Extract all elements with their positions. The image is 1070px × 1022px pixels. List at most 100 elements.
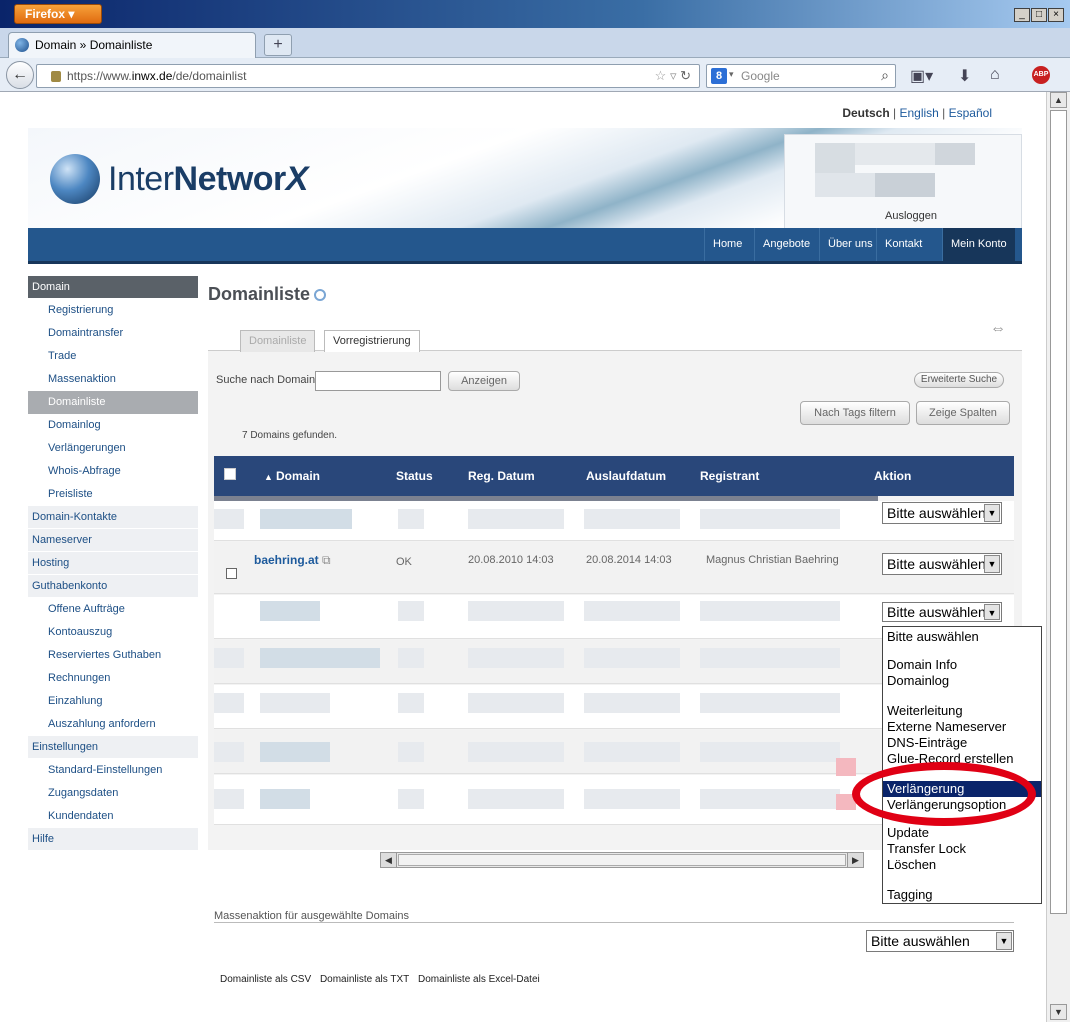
sort-arrow-icon[interactable]: ▲ [264,472,273,482]
sidebar-item-auszahlung[interactable]: Auszahlung anfordern [28,713,198,736]
export-links: Domainliste als CSV Domainliste als TXT … [220,974,546,985]
page-vertical-scrollbar[interactable]: ▲ ▼ [1046,92,1070,1022]
expand-width-icon[interactable]: ⇔ [990,320,1006,338]
logout-link[interactable]: Ausloggen [885,210,937,222]
url-bar[interactable]: https://www.inwx.de/de/domainlist ☆ ▿ ↻ [36,64,700,88]
scroll-up-icon[interactable]: ▲ [1050,92,1067,108]
option-externe-nameserver[interactable]: Externe Nameserver [887,719,1006,735]
tab-domainliste[interactable]: Domainliste [240,330,316,352]
sidebar-section-einstellungen[interactable]: Einstellungen [28,736,198,759]
export-csv-link[interactable]: Domainliste als CSV [220,974,311,985]
option-domainlog[interactable]: Domainlog [887,673,949,689]
search-bar[interactable]: 8 ▾ Google ⌕ [706,64,896,88]
select-all-checkbox[interactable] [224,468,236,480]
option-weiterleitung[interactable]: Weiterleitung [887,703,963,719]
sidebar-item-rechnungen[interactable]: Rechnungen [28,667,198,690]
site-logo[interactable]: InterNetworX [108,160,308,199]
option-tagging[interactable]: Tagging [887,887,933,903]
downloads-icon[interactable]: ⬇ [958,66,971,86]
sidebar-section-domain[interactable]: Domain [28,276,198,299]
show-columns-button[interactable]: Zeige Spalten [916,401,1010,425]
browser-tab[interactable]: Domain » Domainliste [8,32,256,58]
chevron-down-icon[interactable]: ▾ [729,69,734,80]
sidebar-item-massenaktion[interactable]: Massenaktion [28,368,198,391]
row-action-select[interactable]: Bitte auswählen ▼ [882,502,1002,524]
option-bitte-auswaehlen[interactable]: Bitte auswählen [887,629,979,645]
back-button[interactable]: ← [6,61,34,89]
lang-deutsch[interactable]: Deutsch [842,106,889,120]
lang-espanol[interactable]: Español [949,106,992,120]
scroll-right-icon[interactable]: ▶ [847,853,863,867]
sidebar-item-registrierung[interactable]: Registrierung [28,299,198,322]
nav-ueber-uns[interactable]: Über uns [819,228,881,261]
sidebar-item-kundendaten[interactable]: Kundendaten [28,805,198,828]
sidebar-item-verlaengerungen[interactable]: Verlängerungen [28,437,198,460]
row-action-select[interactable]: Bitte auswählen ▼ [882,553,1002,575]
row-checkbox[interactable] [226,568,237,579]
option-transfer-lock[interactable]: Transfer Lock [887,841,966,857]
sidebar-section-domain-kontakte[interactable]: Domain-Kontakte [28,506,198,529]
sidebar-item-domainlog[interactable]: Domainlog [28,414,198,437]
lang-english[interactable]: English [899,106,938,120]
nav-home[interactable]: Home [704,228,750,261]
sidebar-item-einzahlung[interactable]: Einzahlung [28,690,198,713]
tab-vorregistrierung[interactable]: Vorregistrierung [324,330,420,352]
option-dns-eintraege[interactable]: DNS-Einträge [887,735,967,751]
column-status[interactable]: Status [396,469,433,483]
scrollbar-thumb[interactable] [398,854,846,866]
new-tab-button[interactable]: + [264,34,292,56]
expiry-date: 20.08.2014 14:03 [586,554,672,566]
nav-kontakt[interactable]: Kontakt [876,228,930,261]
sidebar-item-kontoauszug[interactable]: Kontoauszug [28,621,198,644]
domain-search-input[interactable] [315,371,441,391]
sidebar-section-guthabenkonto[interactable]: Guthabenkonto [28,575,198,598]
table-horizontal-scrollbar[interactable]: ◀ ▶ [380,852,864,868]
column-reg-datum[interactable]: Reg. Datum [468,469,535,483]
scrollbar-thumb[interactable] [1050,110,1067,914]
export-txt-link[interactable]: Domainliste als TXT [320,974,409,985]
magnifier-icon[interactable]: ⌕ [881,67,889,84]
sidebar-section-hosting[interactable]: Hosting [28,552,198,575]
home-icon[interactable]: ⌂ [990,66,1000,84]
history-dropdown-icon[interactable]: ▿ [670,68,677,83]
bookmark-star-icon[interactable]: ☆ [655,68,667,83]
help-icon[interactable] [314,289,327,302]
scroll-left-icon[interactable]: ◀ [381,853,397,867]
show-button[interactable]: Anzeigen [448,371,520,391]
nav-angebote[interactable]: Angebote [754,228,818,261]
sidebar-section-hilfe[interactable]: Hilfe [28,828,198,851]
export-excel-link[interactable]: Domainliste als Excel-Datei [418,974,540,985]
reload-icon[interactable]: ↻ [680,68,691,83]
row-action-select-open[interactable]: Bitte auswählen ▼ [882,602,1002,622]
mass-action-select[interactable]: Bitte auswählen ▼ [866,930,1014,952]
nav-mein-konto[interactable]: Mein Konto [942,228,1015,261]
sidebar-menu: Domain Registrierung Domaintransfer Trad… [28,276,198,851]
sidebar-item-reserviertes-guthaben[interactable]: Reserviertes Guthaben [28,644,198,667]
sidebar-item-trade[interactable]: Trade [28,345,198,368]
sidebar-item-domaintransfer[interactable]: Domaintransfer [28,322,198,345]
filter-tags-button[interactable]: Nach Tags filtern [800,401,910,425]
maximize-button[interactable]: □ [1031,8,1047,22]
sidebar-item-whois[interactable]: Whois-Abfrage [28,460,198,483]
scroll-down-icon[interactable]: ▼ [1050,1004,1067,1020]
column-auslaufdatum[interactable]: Auslaufdatum [586,469,666,483]
sidebar-item-offene-auftraege[interactable]: Offene Aufträge [28,598,198,621]
close-window-button[interactable]: × [1048,8,1064,22]
sidebar-section-nameserver[interactable]: Nameserver [28,529,198,552]
advanced-search-button[interactable]: Erweiterte Suche [914,372,1004,388]
option-update[interactable]: Update [887,825,929,841]
sidebar-item-zugangsdaten[interactable]: Zugangsdaten [28,782,198,805]
sidebar-item-standard-einstellungen[interactable]: Standard-Einstellungen [28,759,198,782]
google-icon[interactable]: 8 [711,68,727,84]
adblock-icon[interactable]: ABP [1032,66,1050,84]
column-domain[interactable]: Domain [276,469,320,483]
column-registrant[interactable]: Registrant [700,469,759,483]
option-domain-info[interactable]: Domain Info [887,657,957,673]
bookmarks-menu-icon[interactable]: ▣▾ [910,66,933,86]
sidebar-item-domainliste[interactable]: Domainliste [28,391,198,414]
minimize-button[interactable]: _ [1014,8,1030,22]
option-loeschen[interactable]: Löschen [887,857,936,873]
domain-link[interactable]: baehring.at ⧉ [254,553,331,568]
firefox-menu-button[interactable]: Firefox ▾ [14,4,102,24]
sidebar-item-preisliste[interactable]: Preisliste [28,483,198,506]
